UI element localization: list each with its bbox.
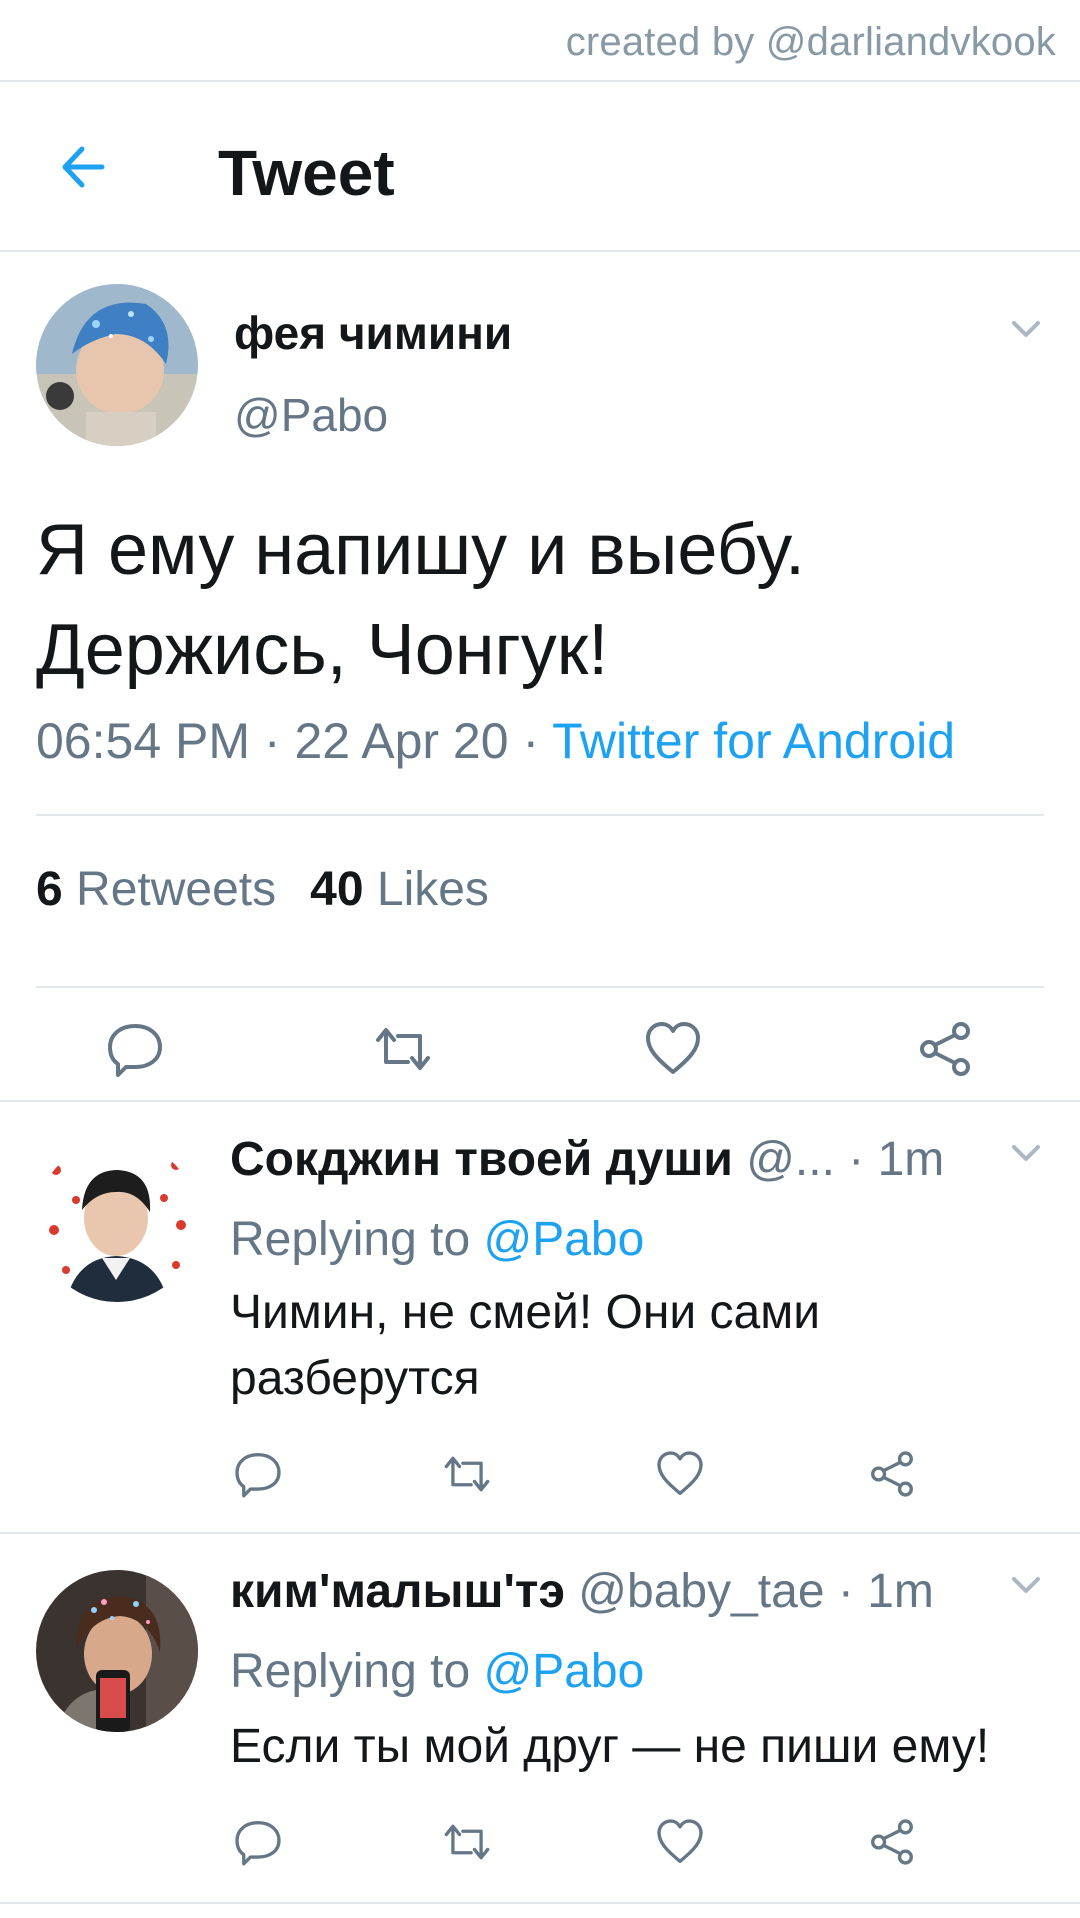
tweet-text-line: Я ему напишу и выебу. xyxy=(36,510,806,590)
likes-count: 40 xyxy=(310,863,364,916)
main-tweet: фея чимини @Pabo Я ему напишу и выебу. Д… xyxy=(0,252,1080,1102)
avatar[interactable] xyxy=(36,284,198,446)
reply-tweet[interactable]: ким'малыш'тэ @baby_tae · 1m Replying to … xyxy=(0,1534,1080,1904)
credit-text: created by @darliandvkook xyxy=(565,20,1056,64)
tweet-source-link[interactable]: Twitter for Android xyxy=(552,713,955,769)
author-handle[interactable]: @baby_tae xyxy=(578,1565,824,1618)
avatar[interactable] xyxy=(36,1140,198,1302)
chevron-down-icon[interactable] xyxy=(1006,1132,1046,1172)
chevron-down-icon[interactable] xyxy=(1006,308,1046,348)
reply-header: ким'малыш'тэ @baby_tae · 1m xyxy=(230,1564,934,1619)
author-name[interactable]: фея чимини xyxy=(234,306,512,360)
author-name[interactable]: ким'малыш'тэ xyxy=(230,1565,565,1618)
retweet-icon[interactable] xyxy=(368,1018,438,1080)
reply-time: · 1m xyxy=(837,1565,934,1618)
mention-link[interactable]: @Pabo xyxy=(483,1645,644,1698)
tweet-stats: 6 Retweets 40 Likes xyxy=(36,862,489,917)
reply-icon[interactable] xyxy=(232,1448,284,1500)
page-title: Tweet xyxy=(218,137,395,209)
author-name[interactable]: Сокджин твоей души xyxy=(230,1133,733,1186)
reply-tweet[interactable]: Сокджин твоей души @... · 1m Replying to… xyxy=(0,1102,1080,1534)
tweet-meta: 06:54 PM · 22 Apr 20 · Twitter for Andro… xyxy=(36,712,955,770)
reply-text-line: разберутся xyxy=(230,1352,480,1405)
tweet-time: 06:54 PM xyxy=(36,713,251,769)
tweet-text-line: Держись, Чонгук! xyxy=(36,610,609,690)
reply-icon[interactable] xyxy=(232,1816,284,1868)
author-handle[interactable]: @... xyxy=(746,1133,835,1186)
reply-text-line: Чимин, не смей! Они сами xyxy=(230,1286,821,1339)
meta-separator: · xyxy=(522,713,540,769)
app-header: Tweet xyxy=(0,82,1080,252)
reply-actions xyxy=(0,1816,1080,1896)
replying-to: Replying to @Pabo xyxy=(230,1644,644,1699)
reply-time: · 1m xyxy=(848,1133,945,1186)
tweet-detail-screen: created by @darliandvkook Tweet фея чими… xyxy=(0,0,1080,1918)
chevron-down-icon[interactable] xyxy=(1006,1564,1046,1604)
divider xyxy=(36,814,1044,816)
credit-bar: created by @darliandvkook xyxy=(0,0,1080,82)
reply-text: Если ты мой друг — не пиши ему! xyxy=(230,1714,1070,1780)
tweet-actions xyxy=(0,1014,1080,1094)
retweets-count: 6 xyxy=(36,863,63,916)
reply-text: Чимин, не смей! Они сами разберутся xyxy=(230,1280,1050,1412)
reply-icon[interactable] xyxy=(104,1018,166,1080)
retweet-icon[interactable] xyxy=(438,1448,496,1500)
tweet-date: 22 Apr 20 xyxy=(294,713,509,769)
likes-stat[interactable]: 40 Likes xyxy=(310,863,489,916)
reply-text-line: Если ты мой друг — не пиши ему! xyxy=(230,1720,990,1773)
avatar[interactable] xyxy=(36,1570,198,1732)
heart-icon[interactable] xyxy=(654,1448,706,1500)
arrow-left-icon[interactable] xyxy=(52,134,118,200)
heart-icon[interactable] xyxy=(642,1018,704,1080)
share-icon[interactable] xyxy=(914,1018,976,1080)
retweets-stat[interactable]: 6 Retweets xyxy=(36,863,276,916)
share-icon[interactable] xyxy=(866,1816,918,1868)
retweet-icon[interactable] xyxy=(438,1816,496,1868)
replying-to-label: Replying to xyxy=(230,1645,471,1698)
replying-to: Replying to @Pabo xyxy=(230,1212,644,1267)
retweets-label: Retweets xyxy=(76,863,277,916)
likes-label: Likes xyxy=(376,863,489,916)
replying-to-label: Replying to xyxy=(230,1213,471,1266)
author-handle[interactable]: @Pabo xyxy=(234,388,388,442)
divider xyxy=(36,986,1044,988)
heart-icon[interactable] xyxy=(654,1816,706,1868)
tweet-text: Я ему напишу и выебу. Держись, Чонгук! xyxy=(36,500,1036,700)
reply-actions xyxy=(0,1448,1080,1528)
meta-separator: · xyxy=(263,713,281,769)
mention-link[interactable]: @Pabo xyxy=(483,1213,644,1266)
share-icon[interactable] xyxy=(866,1448,918,1500)
reply-header: Сокджин твоей души @... · 1m xyxy=(230,1132,944,1187)
